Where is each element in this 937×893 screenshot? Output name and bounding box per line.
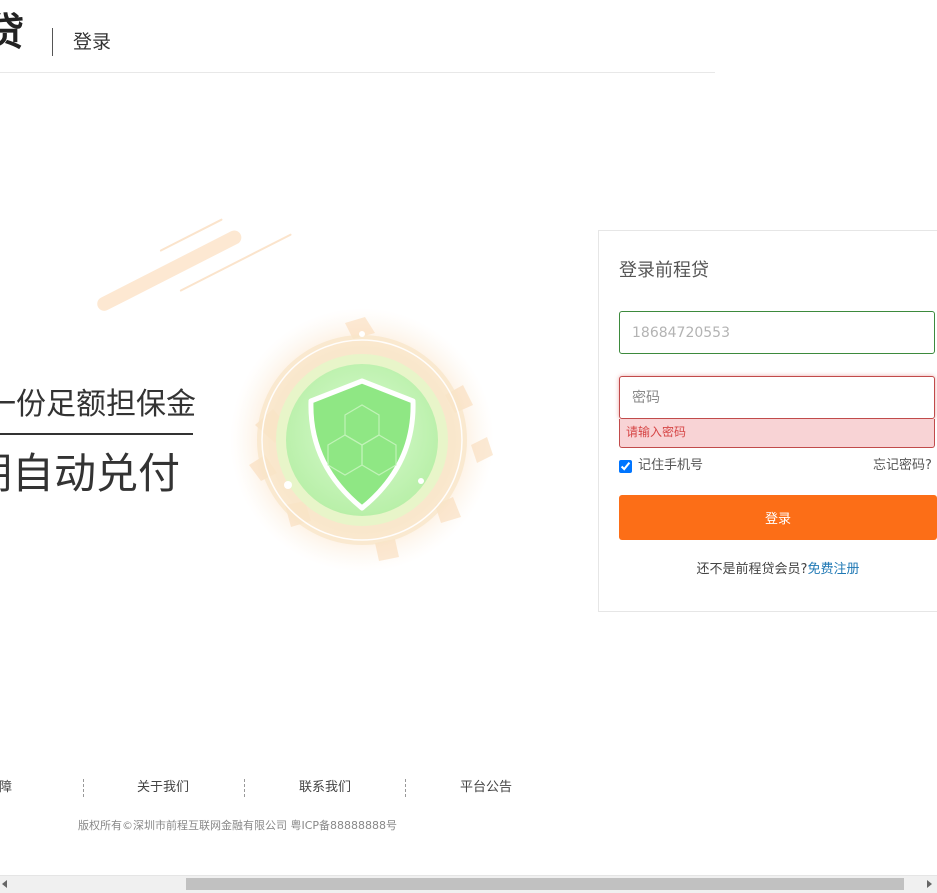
login-panel: 登录前程贷 请输入密码 记住手机号 忘记密码? 登录 还不是前程贷会员?免费注册 bbox=[598, 230, 937, 612]
footer-separator bbox=[405, 779, 406, 797]
remember-checkbox[interactable] bbox=[619, 459, 632, 473]
register-prompt: 还不是前程贷会员?免费注册 bbox=[619, 561, 937, 579]
footer-link-about[interactable]: 关于我们 bbox=[137, 779, 189, 797]
shield-illustration bbox=[225, 305, 500, 575]
scroll-left-arrow-icon[interactable] bbox=[2, 880, 7, 888]
scrollbar-thumb[interactable] bbox=[186, 878, 904, 890]
password-input[interactable] bbox=[619, 376, 935, 419]
remember-phone-checkbox[interactable]: 记住手机号 bbox=[619, 457, 703, 475]
forgot-password-link[interactable]: 忘记密码? bbox=[873, 457, 932, 475]
banner-slogan-line1: 一份足额担保金 bbox=[0, 385, 196, 435]
password-error-message: 请输入密码 bbox=[619, 419, 935, 448]
footer-link-security[interactable]: 安全保障 bbox=[0, 779, 12, 797]
banner-slogan-line2: 期自动兑付 bbox=[0, 449, 181, 498]
phone-input[interactable] bbox=[619, 311, 935, 354]
footer-link-announcements[interactable]: 平台公告 bbox=[460, 779, 512, 797]
footer-link-contact[interactable]: 联系我们 bbox=[299, 779, 351, 797]
header: 贷 登录 bbox=[0, 0, 715, 73]
register-link[interactable]: 免费注册 bbox=[807, 562, 859, 577]
horizontal-scrollbar[interactable] bbox=[0, 875, 937, 893]
footer-separator bbox=[83, 779, 84, 797]
register-prompt-text: 还不是前程贷会员? bbox=[696, 562, 808, 577]
logo[interactable]: 贷 bbox=[0, 10, 24, 54]
scroll-right-arrow-icon[interactable] bbox=[927, 880, 932, 888]
page-title: 登录 bbox=[73, 31, 112, 53]
header-divider bbox=[52, 28, 53, 56]
remember-label: 记住手机号 bbox=[638, 458, 704, 473]
shield-icon bbox=[230, 308, 494, 572]
copyright-text: 版权所有©深圳市前程互联网金融有限公司 粤ICP备88888888号 bbox=[78, 819, 398, 832]
footer-separator bbox=[244, 779, 245, 797]
login-title: 登录前程贷 bbox=[619, 260, 709, 281]
login-button[interactable]: 登录 bbox=[619, 495, 937, 540]
